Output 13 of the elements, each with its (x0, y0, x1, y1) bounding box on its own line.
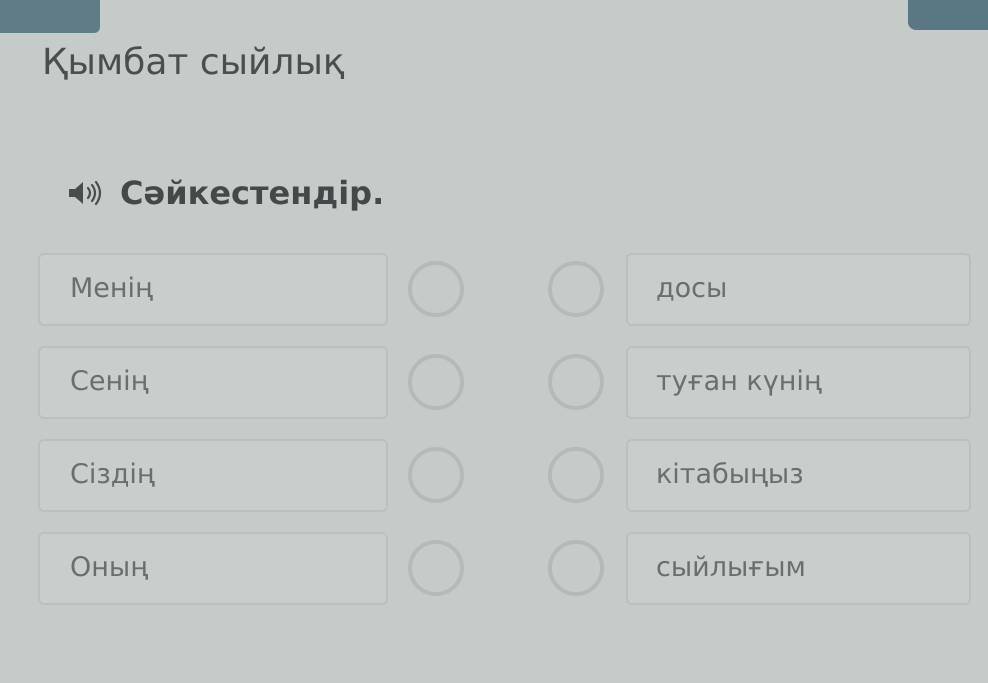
match-item[interactable]: досы (626, 252, 971, 326)
match-item[interactable]: Сіздің (38, 438, 388, 512)
match-item[interactable]: кітабыңыз (626, 438, 971, 512)
match-item[interactable]: туған күнің (626, 346, 971, 419)
match-item[interactable]: Сенің (38, 346, 388, 419)
match-item[interactable]: сыйлығым (626, 532, 971, 605)
speaker-icon[interactable] (68, 180, 102, 206)
quiz-title: Қымбат сыйлық (42, 41, 346, 84)
toolbar-button[interactable] (0, 0, 100, 33)
instruction-text: Сәйкестендір. (120, 174, 384, 213)
match-item[interactable]: Оның (38, 532, 388, 605)
match-item[interactable]: Менің (38, 252, 388, 326)
toolbar-button[interactable] (908, 0, 988, 30)
